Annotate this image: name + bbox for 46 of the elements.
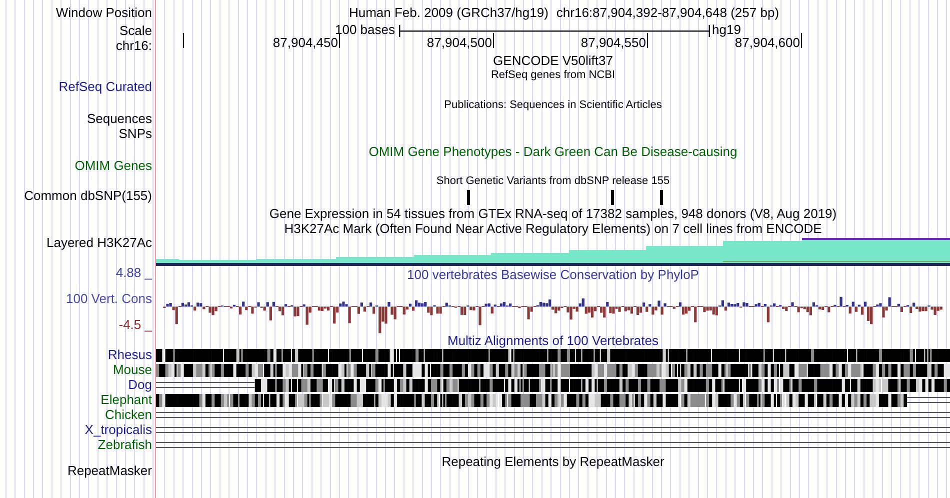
track-label: SNPs bbox=[118, 127, 152, 142]
species-label: Elephant bbox=[100, 393, 152, 408]
ruler-tick bbox=[339, 33, 340, 48]
track-label: 100 Vert. Cons bbox=[65, 292, 152, 307]
track-title: OMIM Gene Phenotypes - Dark Green Can Be Disease-causing bbox=[368, 145, 738, 160]
row-label: Scale bbox=[118, 24, 152, 39]
track-label: RepeatMasker bbox=[66, 464, 152, 479]
track-title: Multiz Alignments of 100 Vertebrates bbox=[447, 334, 658, 349]
row-label: chr16: bbox=[114, 39, 152, 54]
ruler-label: 87,904,450 bbox=[272, 36, 338, 51]
ruler-tick bbox=[183, 33, 184, 48]
track-title: Publications: Sequences in Scientific Articles bbox=[444, 99, 662, 112]
species-label: Rhesus bbox=[106, 348, 152, 363]
ruler-tick bbox=[801, 33, 802, 48]
species-label: Mouse bbox=[112, 363, 152, 378]
species-label: Chicken bbox=[104, 408, 152, 423]
species-label: X_tropicalis bbox=[84, 423, 152, 438]
assembly-name: Human Feb. 2009 (GRCh37/hg19) bbox=[348, 6, 548, 21]
ruler-tick bbox=[493, 33, 494, 48]
track-title: GENCODE V50lift37 bbox=[493, 54, 613, 69]
scale-text: 100 bases bbox=[335, 23, 395, 38]
ruler-label: 87,904,600 bbox=[734, 36, 800, 51]
track-label: Layered H3K27Ac bbox=[45, 236, 152, 251]
assembly-label: hg19 bbox=[712, 23, 741, 38]
track-title: Gene Expression in 54 tissues from GTEx RNA-seq of 17382 samples, 948 donors (V8, Aug 2019) bbox=[269, 207, 837, 222]
variant-mark bbox=[467, 190, 470, 205]
row-label: Window Position bbox=[54, 6, 152, 21]
ruler-label: 87,904,550 bbox=[580, 36, 646, 51]
axis-max-label: 4.88 _ bbox=[114, 266, 152, 281]
track-label: Sequences bbox=[86, 112, 152, 127]
track-title: RefSeq genes from NCBI bbox=[490, 69, 616, 82]
position-text: chr16:87,904,392-87,904,648 (257 bp) bbox=[556, 6, 780, 21]
ruler-label: 87,904,500 bbox=[426, 36, 492, 51]
track-title: Short Genetic Variants from dbSNP release 155 bbox=[436, 175, 670, 188]
variant-mark bbox=[660, 190, 663, 205]
track-label: Common dbSNP(155) bbox=[23, 189, 152, 204]
species-label: Zebrafish bbox=[96, 438, 152, 453]
variant-mark bbox=[611, 190, 614, 205]
species-label: Dog bbox=[127, 378, 152, 393]
ruler-tick bbox=[647, 33, 648, 48]
track-title: 100 vertebrates Basewise Conservation by PhyloP bbox=[407, 268, 699, 283]
track-title: H3K27Ac Mark (Often Found Near Active Regulatory Elements) on 7 cell lines from ENCODE bbox=[284, 222, 822, 237]
track-label: RefSeq Curated bbox=[58, 80, 152, 95]
track-label: OMIM Genes bbox=[74, 159, 152, 174]
axis-min-label: -4.5 _ bbox=[118, 318, 152, 333]
track-title: Repeating Elements by RepeatMasker bbox=[442, 455, 664, 470]
